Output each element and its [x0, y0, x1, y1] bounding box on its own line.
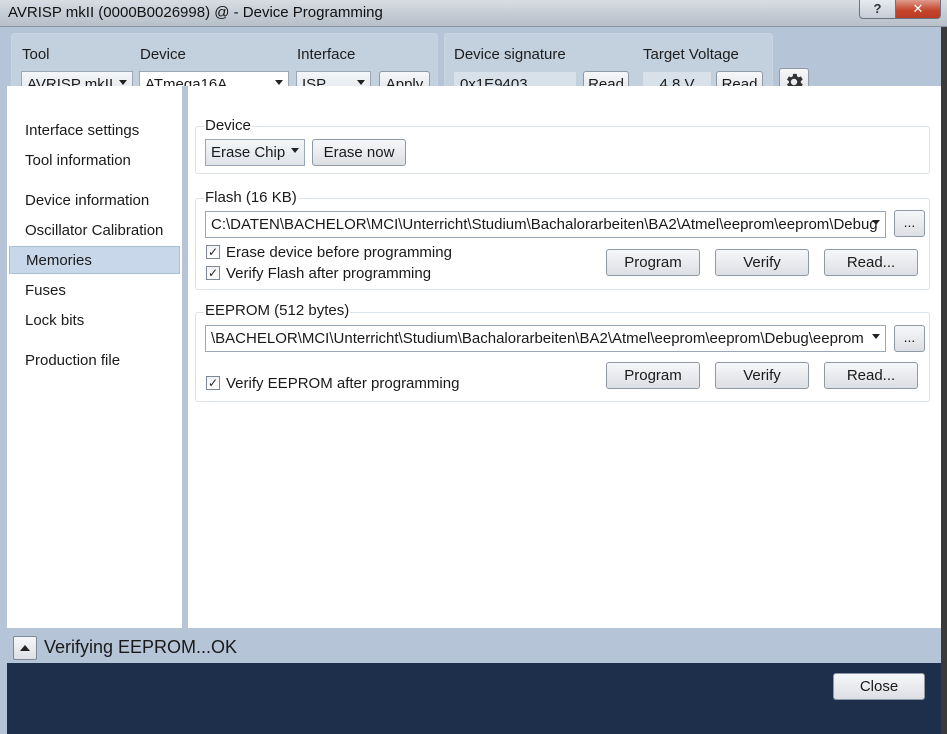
chevron-down-icon: [357, 80, 365, 85]
checkmark-icon: ✓: [207, 266, 219, 280]
eeprom-panel-title: EEPROM (512 bytes): [204, 302, 351, 319]
flash-file-path: C:\DATEN\BACHELOR\MCI\Unterricht\Studium…: [211, 216, 878, 233]
chevron-down-icon: [872, 334, 880, 339]
tool-label: Tool: [22, 46, 50, 63]
sidebar-item-label: Tool information: [25, 151, 131, 169]
chevron-down-icon: [275, 80, 283, 85]
window-controls: ? ✕: [859, 0, 941, 19]
voltage-label: Target Voltage: [643, 46, 739, 63]
eeprom-file-path: \BACHELOR\MCI\Unterricht\Studium\Bachalo…: [211, 330, 864, 347]
sidebar-item-fuses[interactable]: Fuses: [9, 276, 180, 304]
sidebar-item-label: Oscillator Calibration: [25, 221, 164, 239]
signature-label: Device signature: [454, 46, 566, 63]
sidebar-item-lock-bits[interactable]: Lock bits: [9, 306, 180, 334]
erase-now-button[interactable]: Erase now: [312, 139, 406, 166]
sidebar-item-label: Device information: [25, 191, 150, 209]
verify-flash-checkbox[interactable]: ✓: [206, 266, 220, 280]
eeprom-read-button[interactable]: Read...: [824, 362, 918, 389]
verify-flash-label: Verify Flash after programming: [226, 265, 432, 282]
window-edge: [941, 27, 947, 734]
interface-label: Interface: [297, 46, 356, 63]
dialog-footer: Close: [7, 663, 941, 734]
flash-browse-button[interactable]: ...: [894, 210, 925, 237]
erase-before-checkbox[interactable]: ✓: [206, 245, 220, 259]
window-close-button[interactable]: ✕: [895, 0, 941, 19]
close-button[interactable]: Close: [833, 673, 925, 700]
erase-mode-value: Erase Chip: [211, 144, 286, 161]
help-icon: ?: [873, 1, 882, 16]
erase-mode-select[interactable]: Erase Chip: [205, 139, 305, 166]
chevron-down-icon: [119, 80, 127, 85]
chevron-down-icon: [872, 220, 880, 225]
sidebar-item-device-information[interactable]: Device information: [9, 186, 180, 214]
flash-program-button[interactable]: Program: [606, 249, 700, 276]
memories-content: Device Erase Chip Erase now Flash (16 KB…: [188, 86, 941, 628]
eeprom-verify-button[interactable]: Verify: [715, 362, 809, 389]
status-bar: Verifying EEPROM...OK: [7, 628, 941, 663]
verify-eeprom-checkbox[interactable]: ✓: [206, 376, 220, 390]
sidebar-item-memories[interactable]: Memories: [9, 246, 180, 274]
device-panel: [195, 126, 930, 174]
flash-verify-button[interactable]: Verify: [715, 249, 809, 276]
window-title: AVRISP mkII (0000B0026998) @ - Device Pr…: [8, 4, 383, 21]
help-button[interactable]: ?: [859, 0, 895, 19]
status-text: Verifying EEPROM...OK: [44, 637, 238, 657]
eeprom-file-select[interactable]: \BACHELOR\MCI\Unterricht\Studium\Bachalo…: [205, 325, 886, 352]
sidebar-item-label: Lock bits: [25, 311, 85, 329]
device-label: Device: [140, 46, 186, 63]
sidebar-item-production-file[interactable]: Production file: [9, 346, 180, 374]
flash-file-select[interactable]: C:\DATEN\BACHELOR\MCI\Unterricht\Studium…: [205, 211, 886, 238]
sidebar: Interface settings Tool information Devi…: [7, 86, 182, 628]
sidebar-item-oscillator-calibration[interactable]: Oscillator Calibration: [9, 216, 180, 244]
sidebar-item-label: Memories: [26, 251, 92, 269]
flash-panel-title: Flash (16 KB): [204, 189, 298, 206]
erase-before-label: Erase device before programming: [226, 244, 452, 261]
eeprom-program-button[interactable]: Program: [606, 362, 700, 389]
status-expand-button[interactable]: [13, 636, 37, 660]
device-panel-title: Device: [204, 117, 252, 134]
flash-read-button[interactable]: Read...: [824, 249, 918, 276]
chevron-down-icon: [291, 148, 299, 153]
sidebar-item-label: Production file: [25, 351, 121, 369]
checkmark-icon: ✓: [207, 245, 219, 259]
title-bar: AVRISP mkII (0000B0026998) @ - Device Pr…: [0, 0, 947, 27]
sidebar-item-label: Interface settings: [25, 121, 140, 139]
sidebar-item-label: Fuses: [25, 281, 66, 299]
eeprom-browse-button[interactable]: ...: [894, 325, 925, 352]
checkmark-icon: ✓: [207, 376, 219, 390]
chevron-up-icon: [20, 645, 30, 651]
verify-eeprom-label: Verify EEPROM after programming: [226, 375, 460, 392]
sidebar-item-tool-information[interactable]: Tool information: [9, 146, 180, 174]
sidebar-item-interface-settings[interactable]: Interface settings: [9, 116, 180, 144]
close-icon: ✕: [912, 0, 924, 16]
